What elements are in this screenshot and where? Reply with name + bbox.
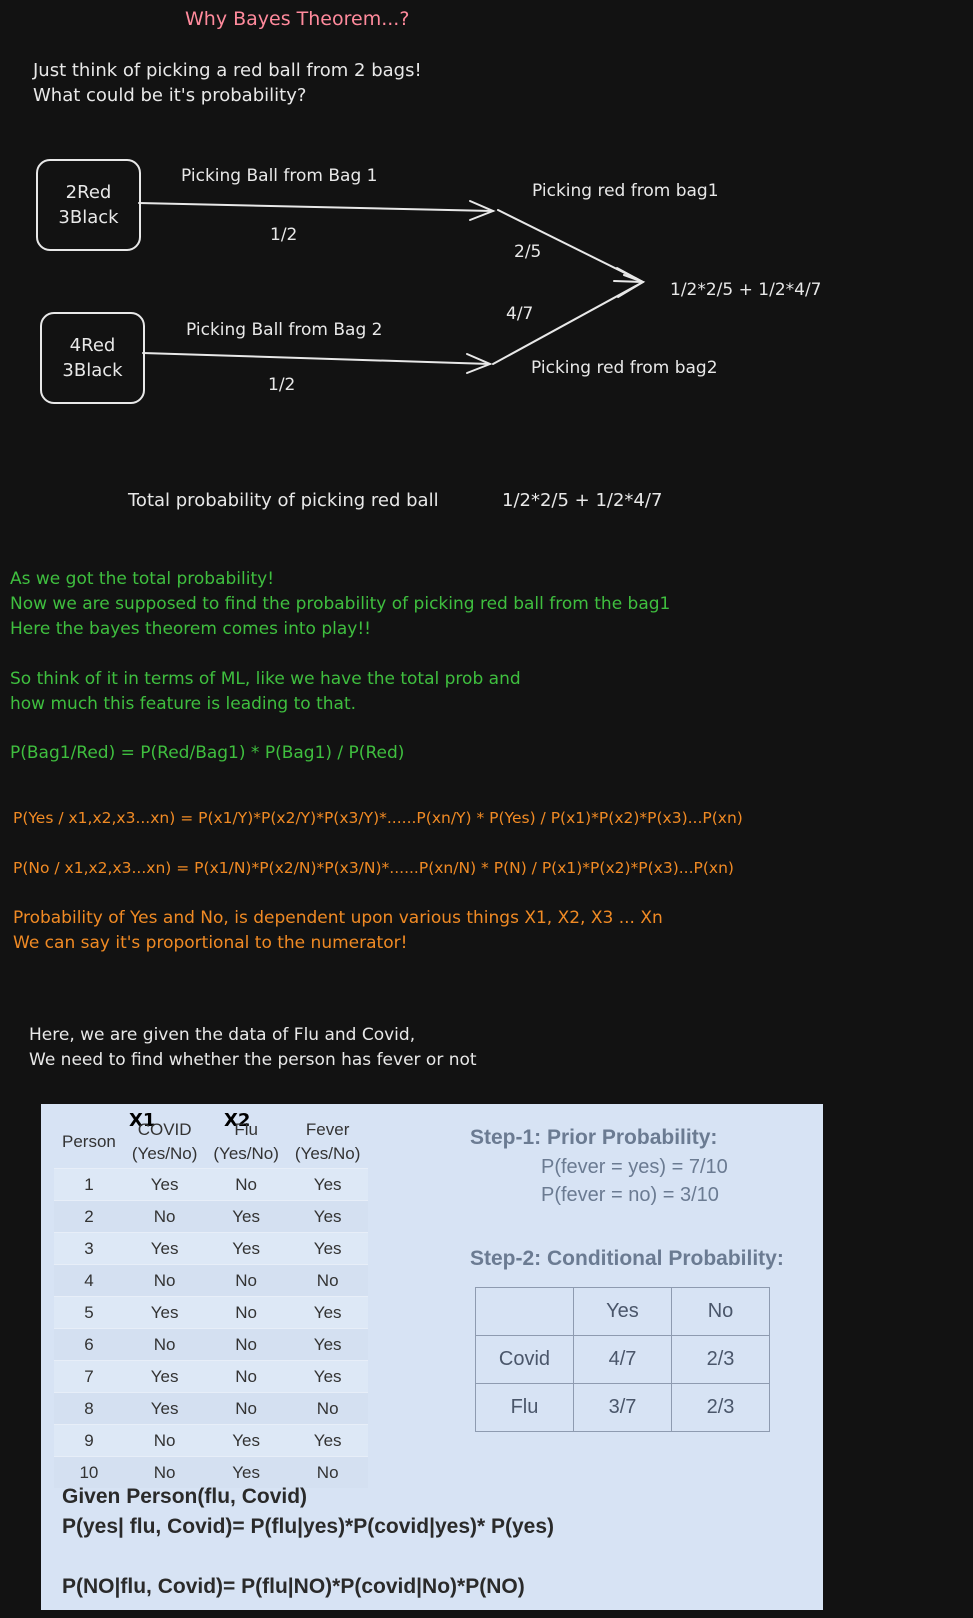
ct-cell: 2/3 — [671, 1383, 770, 1432]
label-red-bag1: Picking red from bag1 — [532, 181, 719, 201]
table-row: 3 Yes Yes Yes — [54, 1232, 369, 1265]
ct-cell: 3/7 — [573, 1383, 672, 1432]
orange-no-formula: P(No / x1,x2,x3...xn) = P(x1/N)*P(x2/N)*… — [13, 859, 734, 877]
table-row: 2 No Yes Yes — [54, 1200, 369, 1233]
ct-corner — [475, 1287, 574, 1336]
table-row: 8 Yes No No — [54, 1392, 369, 1425]
conditional-table: Yes No Covid 4/7 2/3 Flu 3/7 2/3 — [475, 1287, 770, 1432]
th-person: Person — [62, 1132, 116, 1151]
given-line-2: We need to find whether the person has f… — [29, 1050, 477, 1070]
table-row: 5 Yes No Yes — [54, 1296, 369, 1329]
step1-title: Step-1: Prior Probability: — [470, 1126, 718, 1149]
label-half-1: 1/2 — [270, 225, 298, 245]
orange-line-3: Probability of Yes and No, is dependent … — [13, 908, 663, 928]
orange-yes-formula: P(Yes / x1,x2,x3...xn) = P(x1/Y)*P(x2/Y)… — [13, 809, 743, 827]
total-label: Total probability of picking red ball — [128, 490, 439, 511]
orange-line-4: We can say it's proportional to the nume… — [13, 933, 408, 953]
prior-yes: P(fever = yes) = 7/10 — [541, 1156, 728, 1178]
table-row: 10 No Yes No — [54, 1456, 369, 1488]
example-slide: X1 X2 Person COVID (Yes/No) Flu (Yes/No) F… — [41, 1104, 823, 1610]
formula-no: P(NO|flu, Covid)= P(flu|NO)*P(covid|No)*… — [62, 1575, 525, 1598]
arrow-head-merge-2 — [617, 274, 646, 298]
label-p-red-bag1: 2/5 — [514, 242, 542, 262]
ct-row-flu: Flu — [475, 1383, 574, 1432]
table-row: 4 No No No — [54, 1264, 369, 1297]
ct-header-yes: Yes — [573, 1287, 672, 1336]
table-row: 6 No No Yes — [54, 1328, 369, 1361]
th-flu: Flu (Yes/No) — [213, 1120, 279, 1163]
table-row: 7 Yes No Yes — [54, 1360, 369, 1393]
step2-title: Step-2: Conditional Probability: — [470, 1247, 784, 1270]
arrow-bag2 — [142, 352, 491, 365]
label-red-bag2: Picking red from bag2 — [531, 358, 718, 378]
table-row: 9 No Yes Yes — [54, 1424, 369, 1457]
label-half-2: 1/2 — [268, 375, 296, 395]
green-line-1: As we got the total probability! — [10, 569, 275, 589]
total-value: 1/2*2/5 + 1/2*4/7 — [502, 490, 663, 511]
ct-row-covid: Covid — [475, 1335, 574, 1384]
table-row: 1 Yes No Yes — [54, 1168, 369, 1201]
label-pick-bag1: Picking Ball from Bag 1 — [181, 166, 378, 186]
given-person: Given Person(flu, Covid) — [62, 1485, 308, 1508]
arrow-bag1 — [138, 202, 494, 212]
label-pick-bag2: Picking Ball from Bag 2 — [186, 320, 383, 340]
label-result: 1/2*2/5 + 1/2*4/7 — [670, 280, 822, 300]
formula-yes: P(yes| flu, Covid)= P(flu|yes)*P(covid|y… — [62, 1515, 555, 1538]
data-table: Person COVID (Yes/No) Flu (Yes/No) Fever (Y… — [54, 1112, 369, 1488]
ct-header-no: No — [671, 1287, 770, 1336]
given-line-1: Here, we are given the data of Flu and C… — [29, 1025, 416, 1045]
prior-no: P(fever = no) = 3/10 — [541, 1184, 719, 1206]
green-line-5: how much this feature is leading to that… — [10, 694, 357, 714]
ct-cell: 2/3 — [671, 1335, 770, 1384]
green-line-4: So think of it in terms of ML, like we h… — [10, 669, 521, 689]
th-fever: Fever (Yes/No) — [294, 1120, 361, 1163]
green-line-2: Now we are supposed to find the probabil… — [10, 594, 671, 614]
tree-arrows — [138, 200, 646, 374]
th-covid: COVID (Yes/No) — [131, 1120, 198, 1163]
green-line-3: Here the bayes theorem comes into play!! — [10, 619, 371, 639]
green-bayes-formula: P(Bag1/Red) = P(Red/Bag1) * P(Bag1) / P(… — [10, 743, 405, 763]
label-p-red-bag2: 4/7 — [506, 304, 534, 324]
ct-cell: 4/7 — [573, 1335, 672, 1384]
